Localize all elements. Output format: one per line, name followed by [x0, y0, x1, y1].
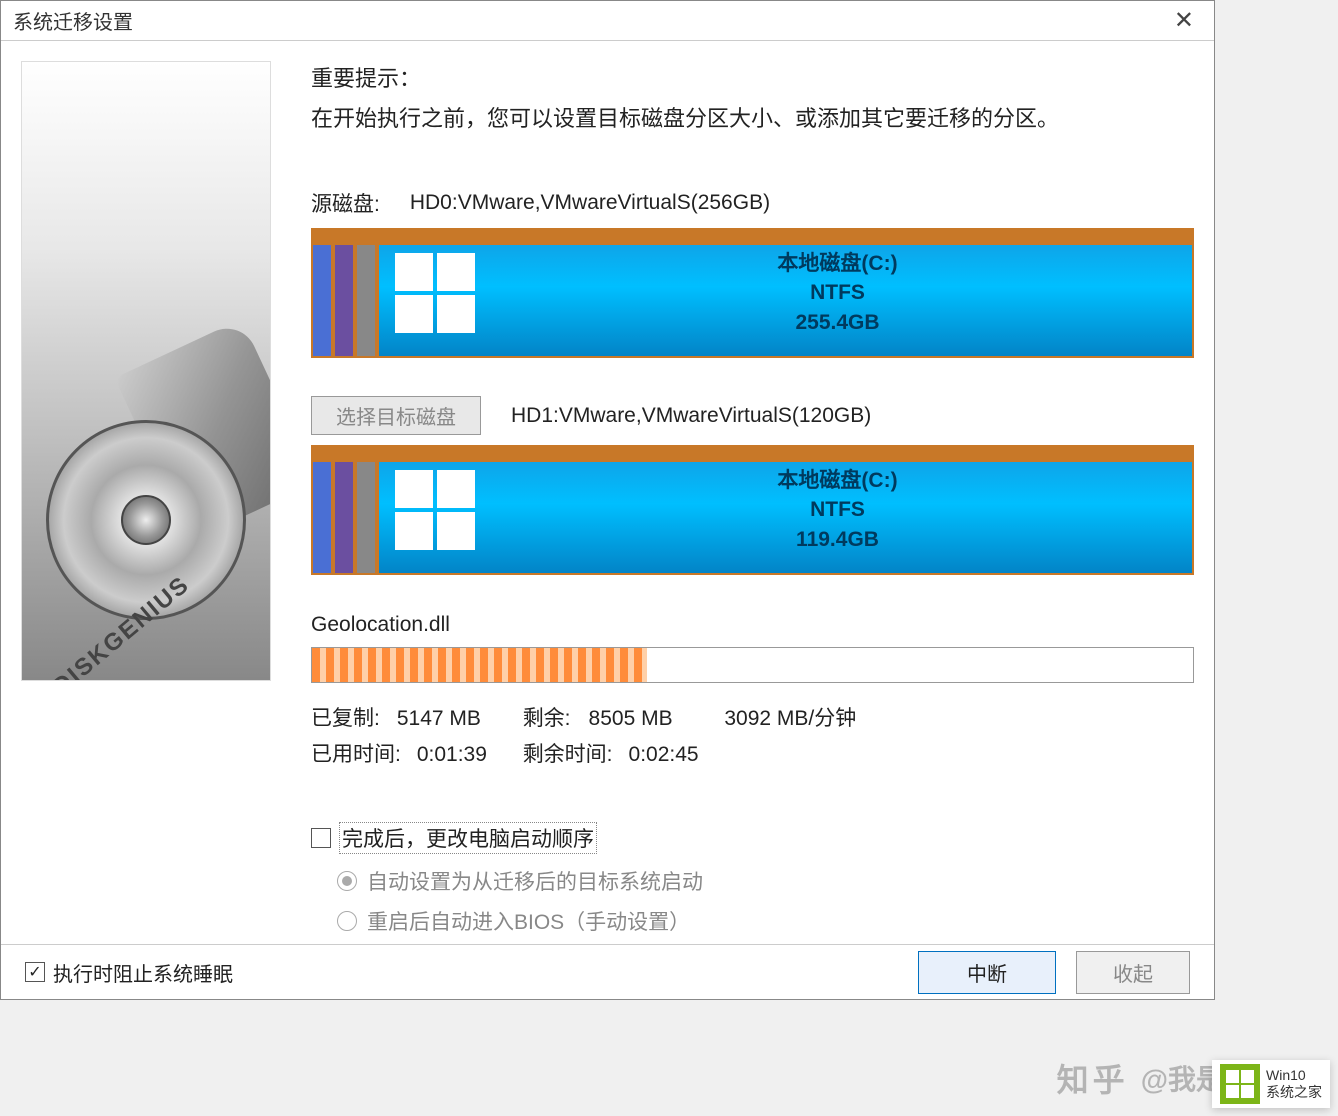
target-part-size: 119.4GB: [796, 525, 879, 554]
source-part-name: 本地磁盘(C:): [777, 249, 897, 278]
collapse-button[interactable]: 收起: [1076, 951, 1190, 994]
source-disk-row: 源磁盘: HD0:VMware,VMwareVirtualS(256GB): [311, 188, 1194, 218]
progress-fill: [312, 648, 647, 682]
source-part-info: 本地磁盘(C:) NTFS 255.4GB: [483, 230, 1192, 356]
prevent-sleep-checkbox[interactable]: ✓: [25, 962, 45, 982]
copied-label: 已复制:: [311, 701, 391, 737]
change-boot-checkbox-row[interactable]: 完成后，更改电脑启动顺序: [311, 822, 1194, 854]
radio-bios-label: 重启后自动进入BIOS（手动设置）: [367, 906, 690, 936]
hint-title: 重要提示：: [311, 61, 1194, 93]
remain-time-label: 剩余时间:: [523, 737, 623, 773]
select-target-button[interactable]: 选择目标磁盘: [311, 396, 481, 435]
bottom-bar: ✓ 执行时阻止系统睡眠 中断 收起: [1, 944, 1214, 999]
close-icon[interactable]: ✕: [1166, 6, 1202, 35]
source-part-esp[interactable]: [313, 230, 331, 356]
remain-time-value: 0:02:45: [629, 737, 699, 773]
hard-disk-icon: [46, 420, 246, 620]
change-boot-checkbox[interactable]: [311, 828, 331, 848]
prevent-sleep-label: 执行时阻止系统睡眠: [53, 958, 233, 987]
source-disk-value: HD0:VMware,VMwareVirtualS(256GB): [410, 191, 770, 215]
target-part-recovery[interactable]: [357, 447, 375, 573]
source-part-recovery[interactable]: [357, 230, 375, 356]
elapsed-value: 0:01:39: [417, 737, 517, 773]
target-disk-row: 选择目标磁盘 HD1:VMware,VMwareVirtualS(120GB): [311, 396, 1194, 435]
content-area: DISKGENIUS 重要提示： 在开始执行之前，您可以设置目标磁盘分区大小、或…: [1, 41, 1214, 966]
source-part-fs: NTFS: [810, 278, 865, 307]
radio-bios-row[interactable]: 重启后自动进入BIOS（手动设置）: [337, 906, 1194, 936]
corner-line2: 系统之家: [1266, 1084, 1322, 1101]
corner-line1: Win10: [1266, 1067, 1322, 1084]
target-part-name: 本地磁盘(C:): [777, 466, 897, 495]
windows-logo-icon: [395, 253, 475, 333]
hint-text: 在开始执行之前，您可以设置目标磁盘分区大小、或添加其它要迁移的分区。: [311, 101, 1194, 133]
radio-auto-row[interactable]: 自动设置为从迁移后的目标系统启动: [337, 866, 1194, 896]
radio-bios[interactable]: [337, 911, 357, 931]
titlebar: 系统迁移设置 ✕: [1, 1, 1214, 41]
windows-logo-icon: [395, 470, 475, 550]
speed-value: 3092 MB/分钟: [724, 701, 856, 737]
prevent-sleep-row[interactable]: ✓ 执行时阻止系统睡眠: [25, 958, 233, 987]
target-part-info: 本地磁盘(C:) NTFS 119.4GB: [483, 447, 1192, 573]
source-disk-bar[interactable]: 本地磁盘(C:) NTFS 255.4GB: [311, 228, 1194, 358]
target-disk-value: HD1:VMware,VMwareVirtualS(120GB): [511, 404, 871, 428]
migration-dialog: 系统迁移设置 ✕ DISKGENIUS 重要提示： 在开始执行之前，您可以设置目…: [0, 0, 1215, 1000]
radio-auto[interactable]: [337, 871, 357, 891]
current-file-label: Geolocation.dll: [311, 613, 1194, 637]
sidebar-disk-graphic: DISKGENIUS: [21, 61, 271, 681]
progress-bar: [311, 647, 1194, 683]
source-part-main[interactable]: 本地磁盘(C:) NTFS 255.4GB: [379, 230, 1192, 356]
main-panel: 重要提示： 在开始执行之前，您可以设置目标磁盘分区大小、或添加其它要迁移的分区。…: [301, 61, 1194, 946]
win10-badge-icon: [1220, 1064, 1260, 1104]
remain-value: 8505 MB: [589, 701, 719, 737]
window-title: 系统迁移设置: [13, 6, 133, 35]
elapsed-label: 已用时间:: [311, 737, 411, 773]
target-part-main[interactable]: 本地磁盘(C:) NTFS 119.4GB: [379, 447, 1192, 573]
remain-label: 剩余:: [523, 701, 583, 737]
target-part-fs: NTFS: [810, 495, 865, 524]
watermark-zhihu: 知乎: [1057, 1055, 1129, 1101]
interrupt-button[interactable]: 中断: [918, 951, 1056, 994]
source-part-msr[interactable]: [335, 230, 353, 356]
copied-value: 5147 MB: [397, 701, 517, 737]
target-disk-bar[interactable]: 本地磁盘(C:) NTFS 119.4GB: [311, 445, 1194, 575]
corner-badge: Win10 系统之家: [1212, 1060, 1330, 1108]
change-boot-label: 完成后，更改电脑启动顺序: [339, 822, 597, 854]
target-part-msr[interactable]: [335, 447, 353, 573]
radio-auto-label: 自动设置为从迁移后的目标系统启动: [367, 866, 703, 896]
source-disk-label: 源磁盘:: [311, 188, 380, 218]
source-part-size: 255.4GB: [795, 308, 879, 337]
target-part-esp[interactable]: [313, 447, 331, 573]
progress-stats: 已复制: 5147 MB 剩余: 8505 MB 3092 MB/分钟 已用时间…: [311, 701, 1194, 772]
